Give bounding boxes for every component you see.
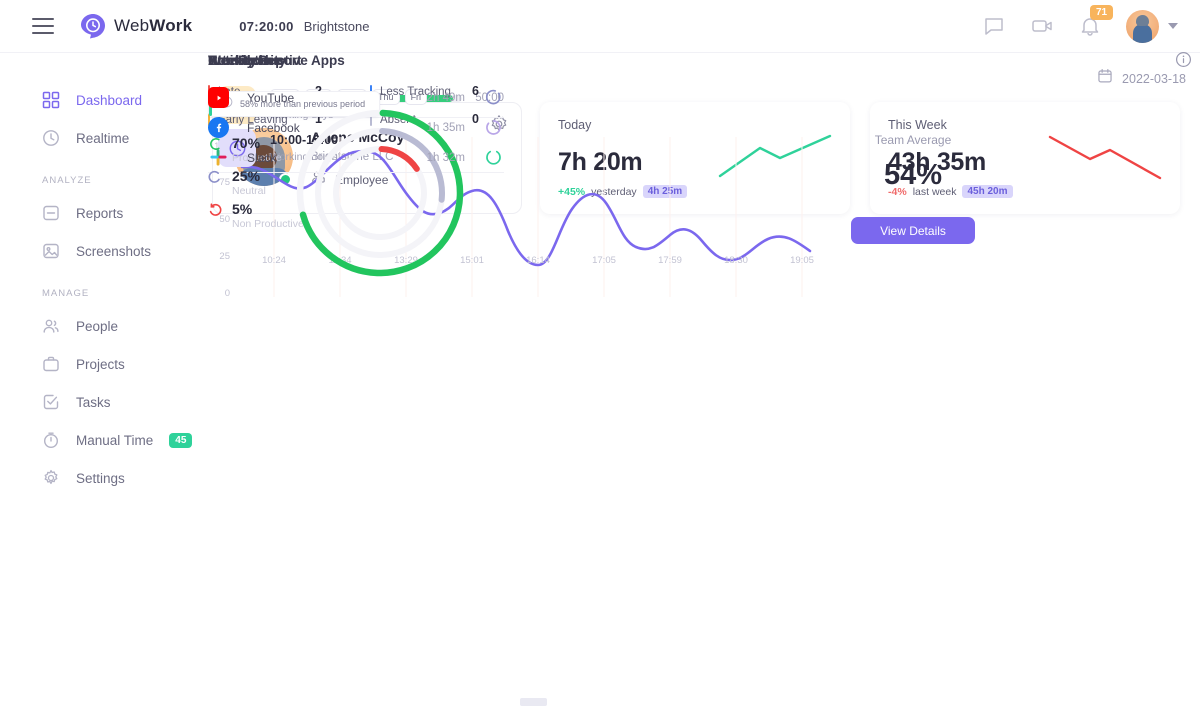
app-usage-ring-slack [485, 149, 502, 166]
brand-text: WebWork [114, 16, 192, 36]
sidebar-group-analyze: ANALYZE [42, 175, 92, 186]
sidebar-item-label: Settings [76, 470, 125, 486]
image-icon [42, 242, 60, 260]
sidebar-item-dashboard[interactable]: Dashboard [0, 81, 200, 119]
top-bar: WebWork 07:20:00 Brightstone 71 [0, 0, 1200, 53]
legend-neutral: 25% Neutral [208, 168, 266, 197]
sidebar-item-screenshots[interactable]: Screenshots [0, 232, 200, 270]
scroll-indicator[interactable] [520, 698, 547, 706]
sidebar-item-projects[interactable]: Projects [0, 345, 200, 383]
non-productive-apps-title: Non Productive Apps [208, 53, 345, 68]
sidebar-item-label: Projects [76, 356, 125, 372]
app-name: YouTube [247, 90, 295, 105]
info-icon[interactable] [1175, 51, 1192, 68]
app-time: 1h 35m [426, 121, 465, 134]
gear-icon [42, 469, 60, 487]
sidebar-item-label: Tasks [76, 394, 111, 410]
hamburger-icon[interactable] [32, 18, 54, 34]
youtube-icon [208, 87, 229, 108]
user-menu[interactable] [1126, 9, 1178, 43]
sidebar-item-label: Realtime [76, 130, 130, 146]
view-details-button[interactable]: View Details [851, 217, 975, 244]
legend-percent: 25% [232, 168, 261, 184]
chat-icon[interactable] [982, 14, 1006, 38]
brand-logo[interactable]: WebWork [80, 13, 192, 39]
app-time: 2h 49m [426, 91, 465, 104]
sidebar-item-realtime[interactable]: Realtime [0, 119, 200, 157]
sidebar-item-manual-time[interactable]: Manual Time 45 [0, 421, 200, 459]
x-tick-6: 17:59 [658, 255, 682, 266]
brand-bold: Work [149, 16, 193, 35]
team-average-label: Team Average [874, 133, 952, 147]
legend-text-neutral: 25% Neutral [232, 168, 266, 197]
briefcase-icon [42, 355, 60, 373]
sidebar: Dashboard Realtime ANALYZE Reports Scree… [0, 53, 200, 708]
x-tick-7: 18:30 [724, 255, 748, 266]
session-company: Brightstone [303, 18, 370, 34]
x-tick-8: 19:05 [790, 255, 814, 266]
app-time: 1h 32m [426, 151, 465, 164]
video-camera-icon[interactable] [1030, 14, 1054, 38]
check-square-icon [42, 393, 60, 411]
main-content: 2022-03-18 Arlene McCoy Brightstone LLC … [200, 51, 1200, 708]
timer-icon [42, 431, 60, 449]
facebook-icon [208, 117, 229, 138]
avatar [1126, 9, 1159, 43]
app-usage-ring-youtube [485, 89, 502, 106]
sidebar-item-label: Reports [76, 205, 124, 221]
people-icon [42, 317, 60, 335]
clock-icon [42, 129, 60, 147]
arc-icon-non-productive [208, 203, 222, 217]
team-average-panel: Team Average 54% View Details [848, 133, 978, 253]
app-usage-ring-facebook [485, 119, 502, 136]
app-name: Slack [247, 150, 277, 165]
card-title: This Week [888, 118, 947, 132]
manual-time-badge: 45 [169, 432, 193, 448]
date-picker-value: 2022-03-18 [1122, 71, 1186, 86]
sidebar-item-people[interactable]: People [0, 307, 200, 345]
webwork-logo-icon [80, 13, 106, 39]
sidebar-item-reports[interactable]: Reports [0, 194, 200, 232]
notification-badge: 71 [1090, 5, 1114, 20]
chevron-down-icon [1168, 23, 1178, 29]
app-name: Facebook [247, 120, 300, 135]
week-sparkline-chart [1048, 132, 1168, 187]
bell-icon[interactable]: 71 [1078, 5, 1114, 38]
weekly-report-section: Weekly Report Late 2 Less Tracking 6 Ear… [200, 53, 510, 623]
sidebar-group-manage: MANAGE [42, 288, 90, 299]
arc-icon-neutral [208, 170, 222, 184]
app-row-youtube[interactable]: YouTube 2h 49m [208, 87, 502, 108]
top-bar-actions: 71 [982, 5, 1178, 43]
legend-label: Neutral [232, 185, 266, 197]
x-tick-5: 17:05 [592, 255, 616, 266]
sidebar-item-label: People [76, 318, 119, 334]
sidebar-item-label: Dashboard [76, 92, 143, 108]
y-tick-0: 0 [224, 288, 230, 299]
y-tick-25: 25 [219, 251, 230, 262]
sidebar-item-settings[interactable]: Settings [0, 459, 200, 497]
card-title: Today [558, 118, 592, 132]
productivity-section: Productivity 58% more than previous peri… [200, 53, 510, 708]
team-average-value: 54% [883, 159, 943, 191]
brand-light: Web [114, 16, 150, 35]
attendance-section: Attendance Mon Tue Wed Thu Fri [200, 53, 510, 503]
document-icon [42, 204, 60, 222]
grid-icon [42, 91, 60, 109]
sidebar-item-tasks[interactable]: Tasks [0, 383, 200, 421]
date-picker[interactable]: 2022-03-18 [1097, 68, 1186, 89]
x-tick-4: 16:14 [526, 255, 550, 266]
dashboard-page: WebWork 07:20:00 Brightstone 71 Dashboar… [0, 0, 1200, 708]
app-row-facebook[interactable]: Facebook 1h 35m [208, 117, 502, 138]
calendar-icon [1097, 68, 1113, 89]
sidebar-item-label: Screenshots [76, 243, 152, 259]
session-clock: 07:20:00 [239, 18, 294, 34]
slack-icon [208, 147, 229, 168]
app-row-slack[interactable]: Slack 1h 32m [208, 147, 502, 168]
sidebar-item-label: Manual Time [76, 432, 154, 448]
